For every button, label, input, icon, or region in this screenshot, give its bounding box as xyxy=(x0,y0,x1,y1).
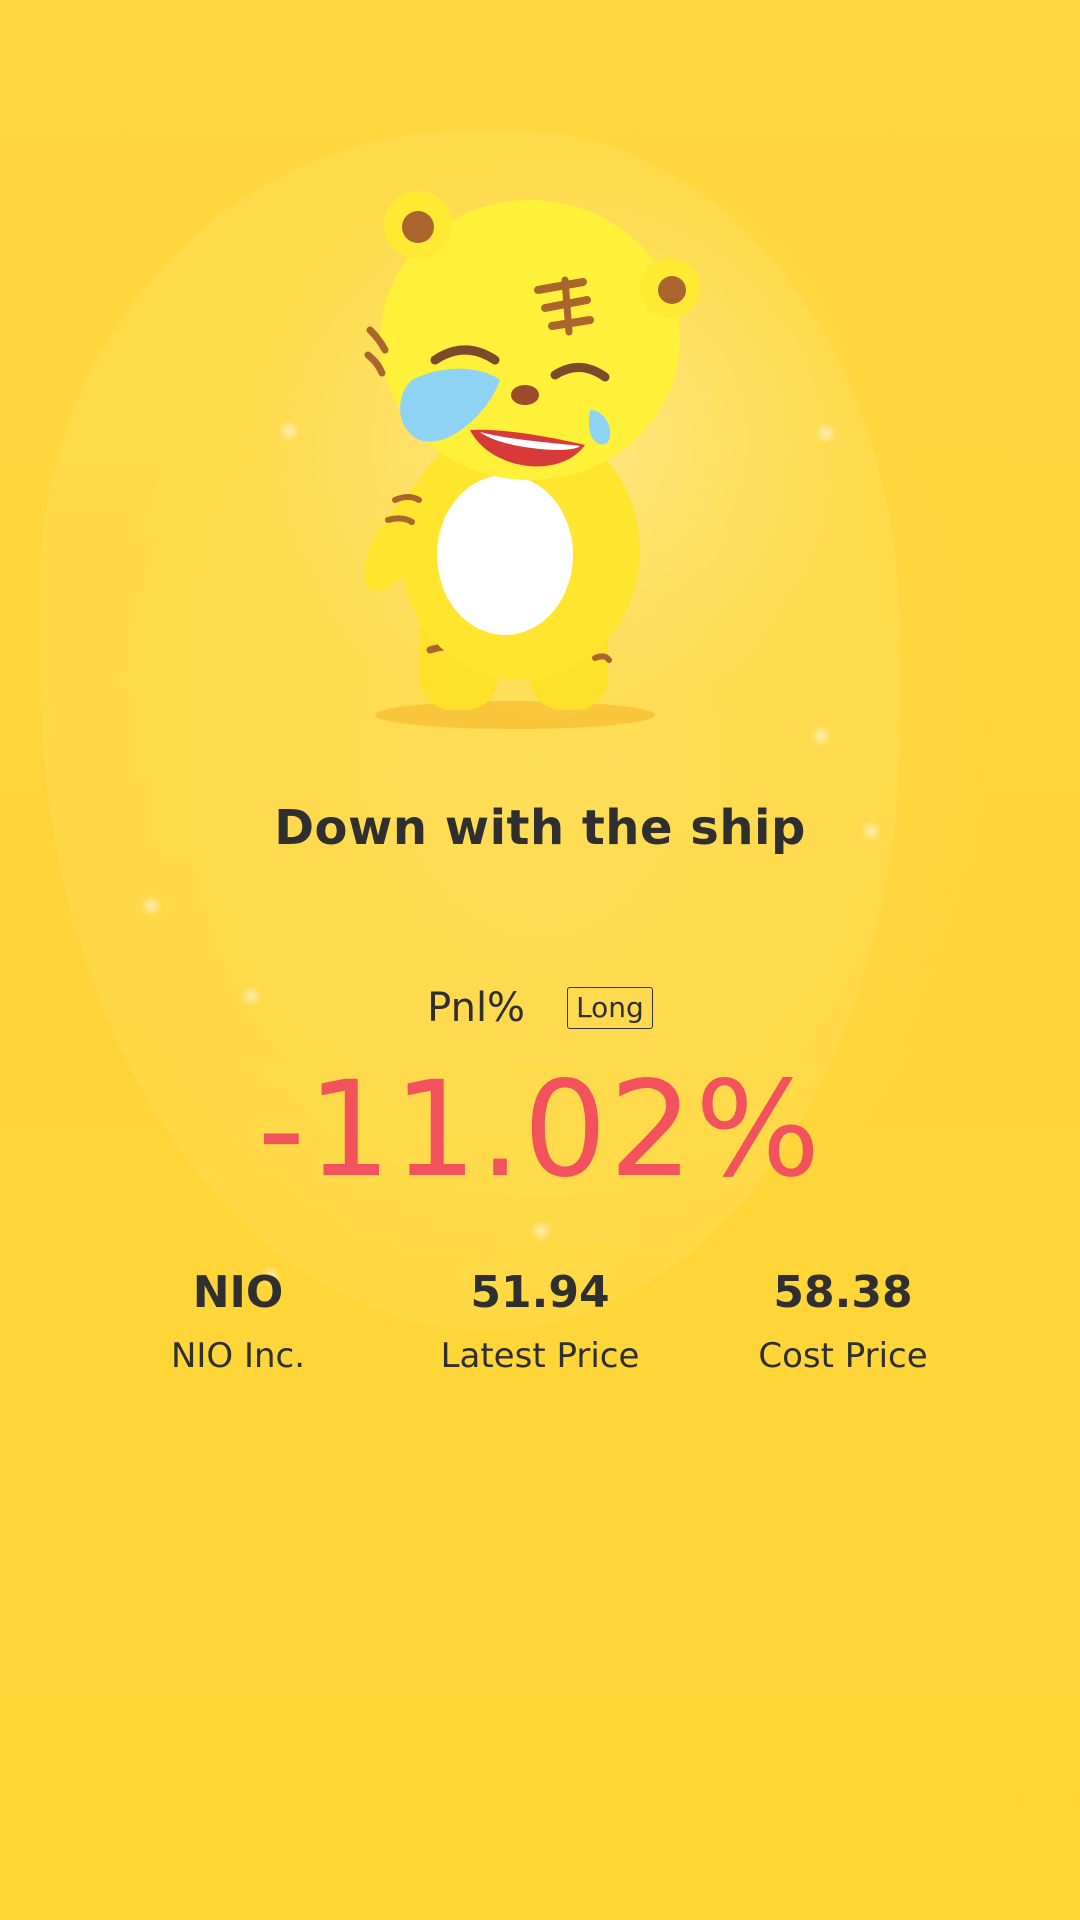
pnl-header: Pnl% Long xyxy=(0,985,1080,1031)
pnl-percentage-value: -11.02% xyxy=(257,1053,823,1207)
sparkle xyxy=(530,1220,552,1242)
result-headline: Down with the ship xyxy=(274,800,806,856)
crying-tiger-mascot-icon xyxy=(340,180,780,740)
stock-symbol: NIO xyxy=(192,1267,284,1318)
latest-price-value: 51.94 xyxy=(470,1267,610,1318)
latest-price-label: Latest Price xyxy=(440,1336,640,1376)
stock-name: NIO Inc. xyxy=(170,1336,306,1376)
stat-symbol: NIO NIO Inc. xyxy=(78,1265,398,1377)
pnl-label: Pnl% xyxy=(427,985,526,1031)
cost-price-label: Cost Price xyxy=(758,1336,928,1376)
sparkle xyxy=(278,420,300,442)
position-direction-badge: Long xyxy=(567,987,653,1029)
stat-cost-price: 58.38 Cost Price xyxy=(683,1265,1003,1377)
sparkle xyxy=(815,422,837,444)
stat-latest-price: 51.94 Latest Price xyxy=(380,1265,700,1377)
sparkle xyxy=(810,725,832,747)
sparkle xyxy=(140,895,162,917)
cost-price-value: 58.38 xyxy=(773,1267,913,1318)
